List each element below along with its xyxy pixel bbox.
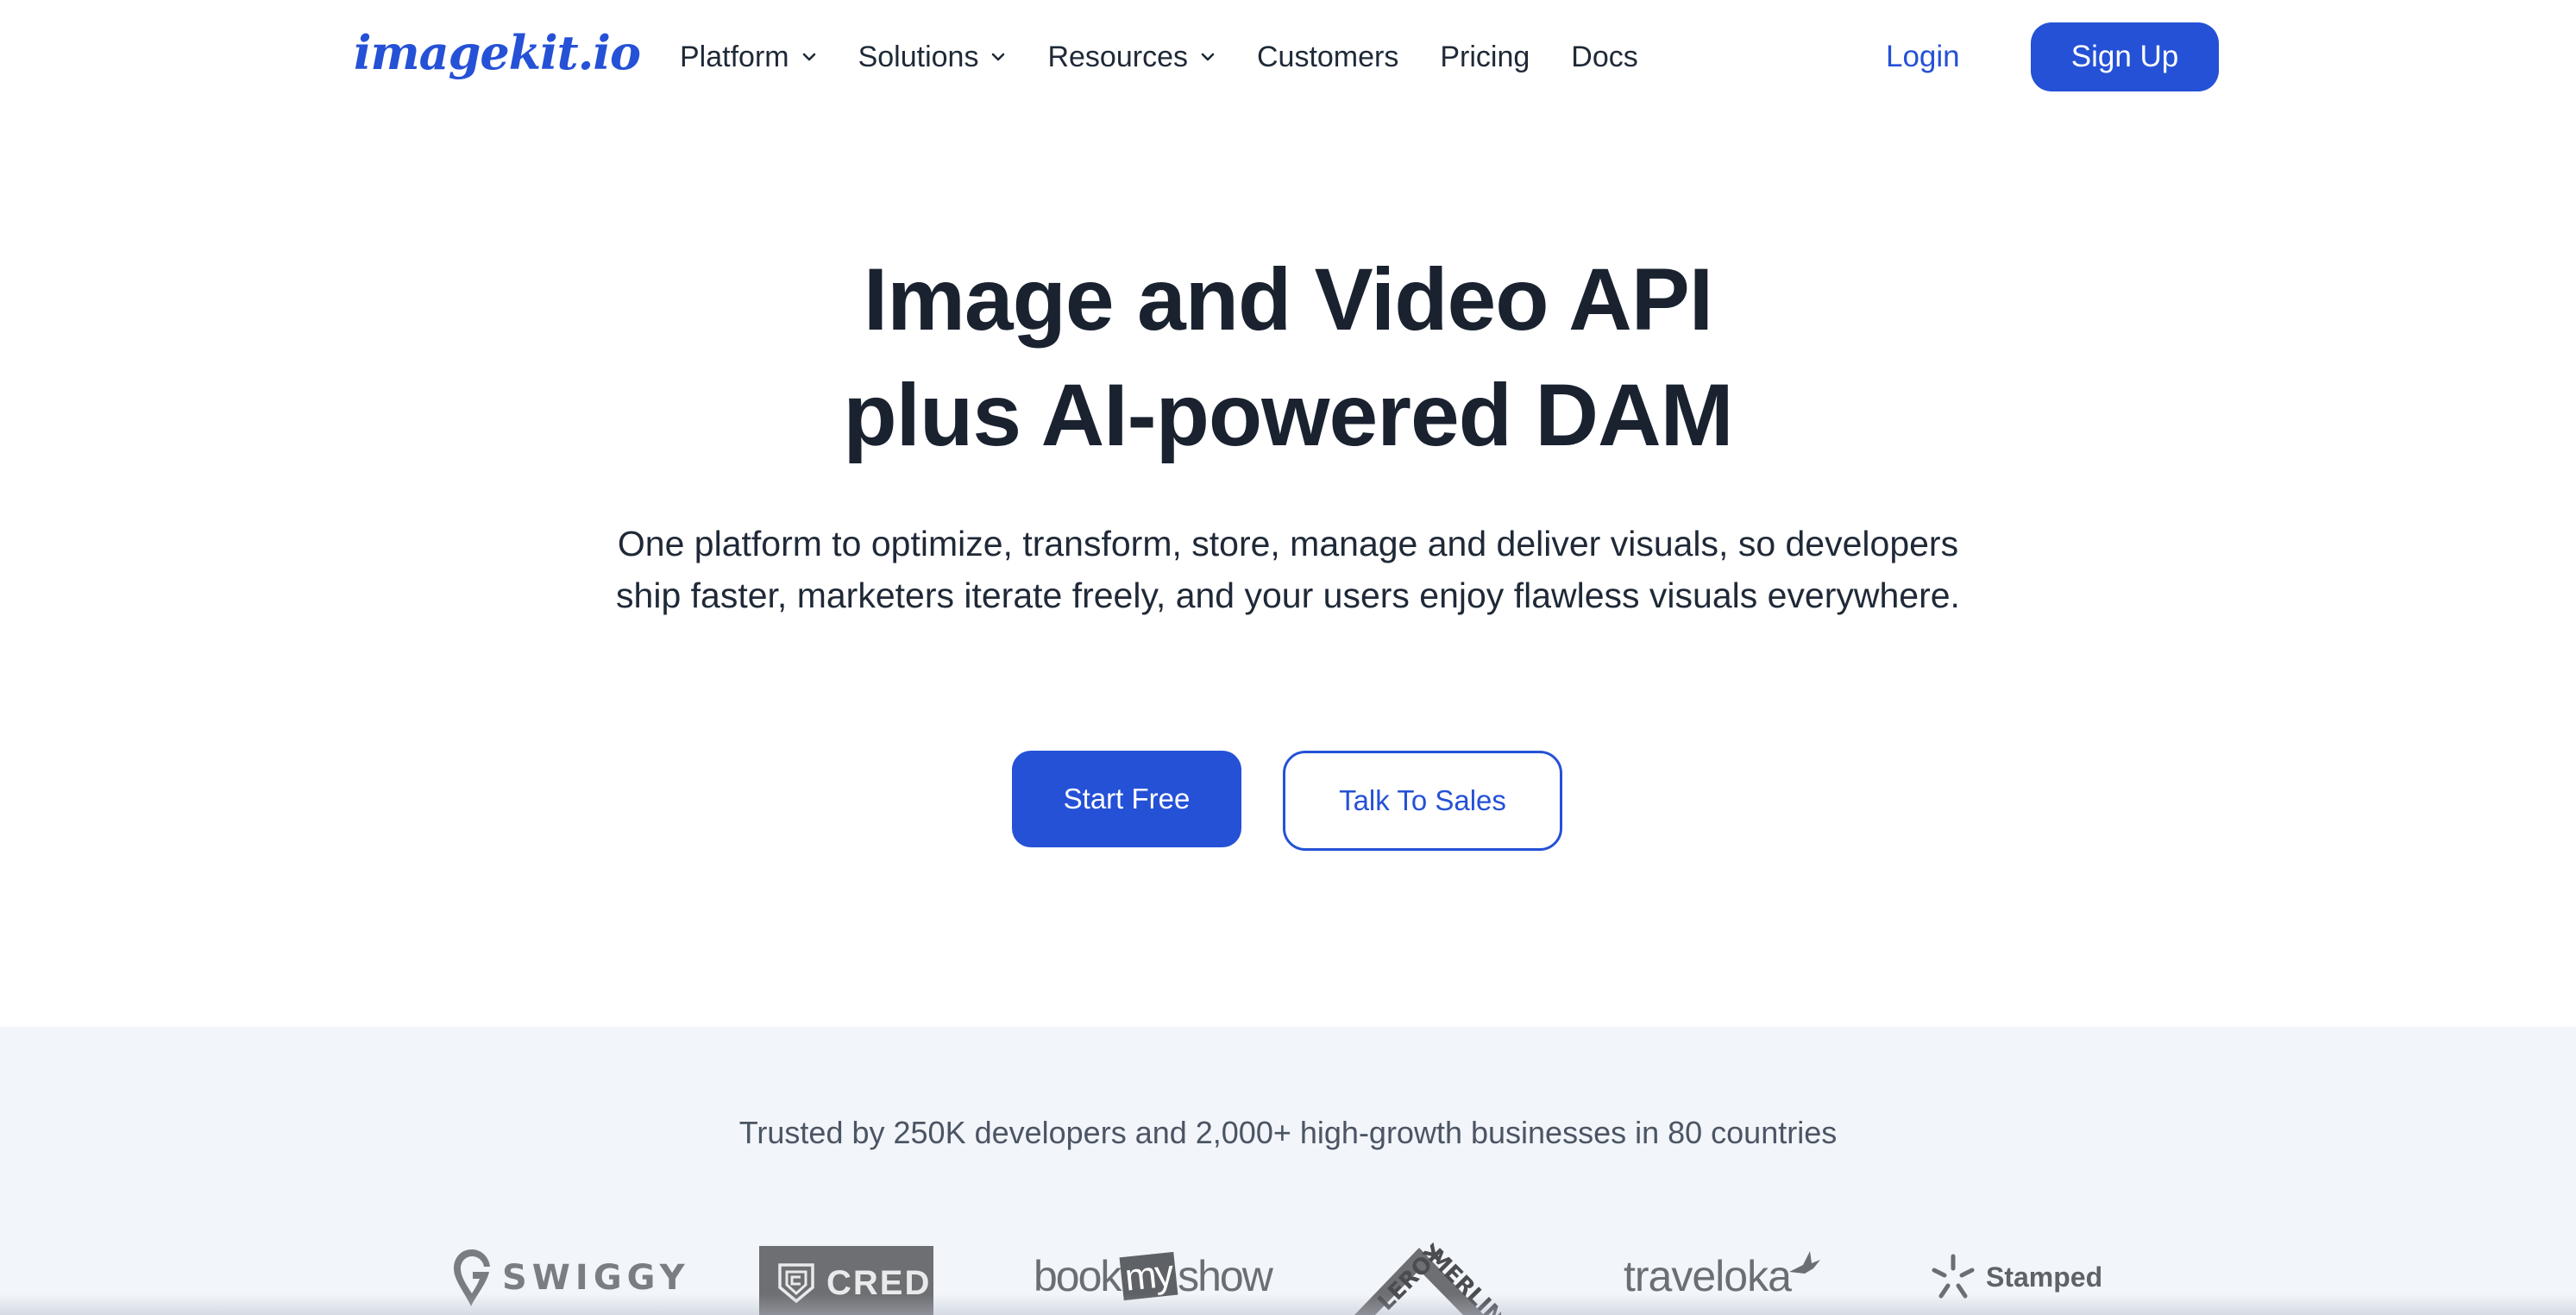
hero-title-line-1: Image and Video API [863, 250, 1713, 349]
swiggy-wordmark: SWIGGY [502, 1258, 690, 1298]
nav-docs-label: Docs [1571, 41, 1638, 73]
nav-platform[interactable]: Platform [680, 31, 817, 83]
site-header: imagekit.io Platform Solutions Resources… [0, 0, 2576, 114]
chevron-down-icon [1200, 49, 1216, 65]
nav-resources[interactable]: Resources [1047, 31, 1216, 83]
chevron-down-icon [801, 49, 817, 65]
trust-statement: Trusted by 250K developers and 2,000+ hi… [738, 1115, 1838, 1150]
nav-platform-label: Platform [680, 41, 789, 73]
hero-title-line-2: plus AI-powered DAM [843, 366, 1733, 464]
nav-customers[interactable]: Customers [1257, 31, 1398, 83]
chevron-down-icon [990, 49, 1006, 65]
stamped-wordmark: Stamped [1986, 1261, 2103, 1293]
nav-solutions[interactable]: Solutions [858, 31, 1007, 83]
hero-subtitle: One platform to optimize, transform, sto… [616, 524, 1960, 615]
signup-button[interactable]: Sign Up [2031, 22, 2219, 91]
nav-solutions-label: Solutions [858, 41, 979, 73]
nav-pricing-label: Pricing [1440, 41, 1530, 73]
bookmyshow-my: my [1119, 1251, 1178, 1301]
nav-docs[interactable]: Docs [1571, 31, 1637, 83]
login-link[interactable]: Login [1886, 31, 1960, 83]
nav-customers-label: Customers [1256, 41, 1399, 73]
trust-section: Trusted by 250K developers and 2,000+ hi… [0, 1027, 2576, 1315]
nav-pricing[interactable]: Pricing [1440, 31, 1530, 83]
nav-resources-label: Resources [1047, 41, 1188, 73]
main-nav: Platform Solutions Resources Customers P… [680, 31, 1680, 83]
traveloka-bird-icon [1788, 1251, 1820, 1274]
hero-title: Image and Video API plus AI-powered DAM [0, 242, 2576, 473]
talk-to-sales-button[interactable]: Talk To Sales [1283, 751, 1562, 851]
imagekit-logo[interactable]: imagekit.io [354, 22, 641, 83]
start-free-button[interactable]: Start Free [1012, 751, 1241, 847]
bottom-shadow [0, 1294, 2576, 1315]
